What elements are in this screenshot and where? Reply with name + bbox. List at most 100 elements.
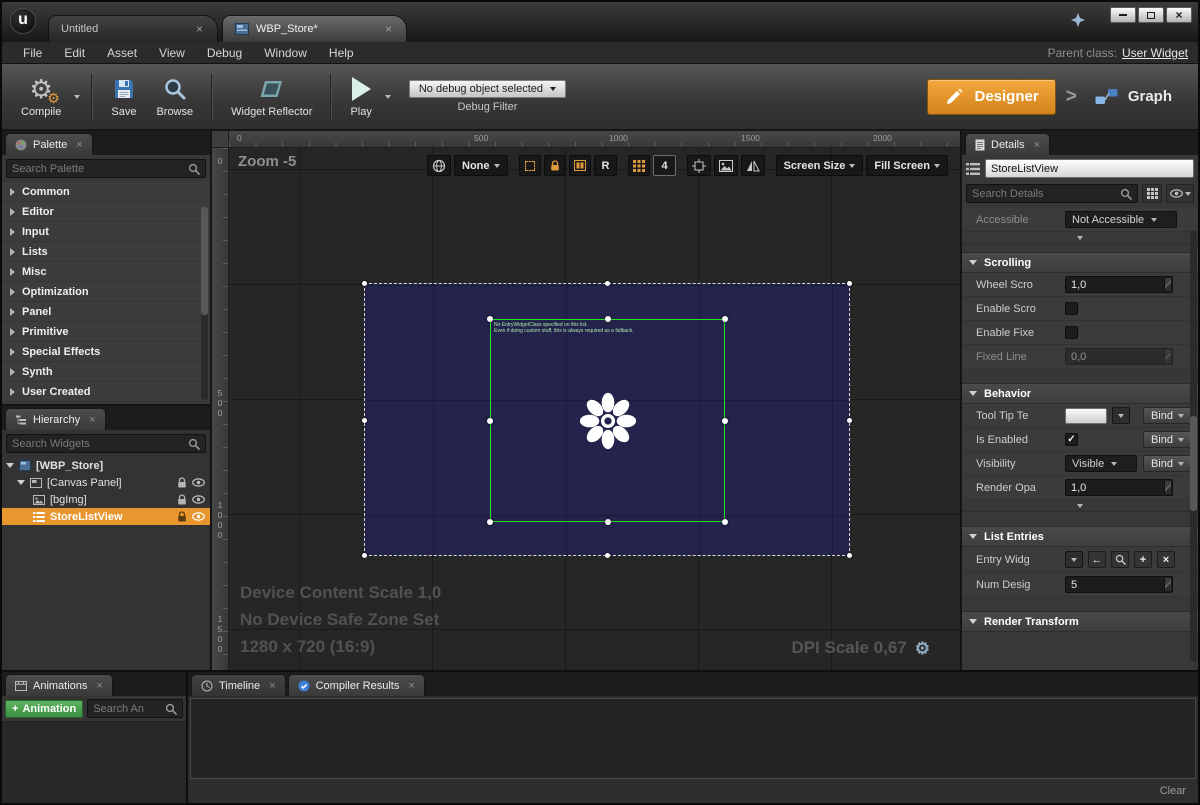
tooltip-combo-button[interactable]: [1112, 407, 1130, 424]
tab-hierarchy[interactable]: Hierarchy: [5, 408, 106, 430]
palette-category-misc[interactable]: Misc: [2, 262, 210, 282]
details-search[interactable]: [966, 184, 1138, 203]
palette-category-primitive[interactable]: Primitive: [2, 322, 210, 342]
screen-size-dropdown[interactable]: Screen Size: [776, 155, 864, 176]
render-opacity-input[interactable]: 1,0: [1065, 479, 1173, 496]
grid-snap-size[interactable]: 4: [653, 155, 675, 176]
resize-handle[interactable]: [605, 316, 611, 322]
expand-down-icon[interactable]: [17, 480, 25, 485]
palette-category-special-effects[interactable]: Special Effects: [2, 342, 210, 362]
palette-category-optimization[interactable]: Optimization: [2, 282, 210, 302]
tree-item-bgimg[interactable]: [bgImg]: [2, 491, 210, 508]
close-icon[interactable]: [1034, 139, 1040, 151]
fill-screen-dropdown[interactable]: Fill Screen: [866, 155, 948, 176]
section-render-transform[interactable]: Render Transform: [962, 611, 1198, 632]
browse-asset-button[interactable]: [1111, 551, 1129, 568]
tab-animations[interactable]: Animations: [5, 674, 113, 696]
details-scrollbar[interactable]: [1190, 231, 1197, 662]
close-icon[interactable]: [269, 680, 275, 692]
num-designer-input[interactable]: 5: [1065, 576, 1173, 593]
tab-compiler-results[interactable]: Compiler Results: [288, 674, 425, 696]
eye-icon[interactable]: [192, 512, 205, 521]
play-button[interactable]: Play: [341, 71, 380, 122]
eye-icon[interactable]: [192, 495, 205, 504]
grid-snap-button[interactable]: [628, 155, 650, 176]
advanced-expander[interactable]: [962, 232, 1198, 244]
fixed-line-input[interactable]: 0,0: [1065, 348, 1173, 365]
tooltip-text-input[interactable]: [1065, 408, 1107, 424]
show-outlines-button[interactable]: [519, 155, 541, 176]
is-enabled-checkbox[interactable]: [1065, 433, 1078, 446]
tab-untitled[interactable]: Untitled: [48, 15, 218, 42]
debug-object-dropdown[interactable]: No debug object selected: [409, 80, 566, 98]
expand-down-icon[interactable]: [6, 463, 14, 468]
compile-button[interactable]: Compile: [12, 71, 70, 122]
widget-outlines-button[interactable]: [569, 155, 591, 176]
palette-category-common[interactable]: Common: [2, 182, 210, 202]
palette-category-panel[interactable]: Panel: [2, 302, 210, 322]
menu-window[interactable]: Window: [253, 42, 318, 64]
search-input[interactable]: [93, 703, 161, 715]
palette-search[interactable]: [6, 159, 206, 178]
spin-knob[interactable]: [1164, 350, 1171, 363]
preview-background-button[interactable]: [714, 155, 738, 176]
advanced-expander[interactable]: [962, 500, 1198, 512]
lock-icon[interactable]: [177, 494, 187, 506]
search-input[interactable]: [972, 188, 1116, 200]
storelistview-selection[interactable]: No EntryWidgetClass specified on this li…: [490, 319, 725, 522]
tab-details[interactable]: Details: [965, 133, 1050, 155]
add-animation-button[interactable]: Animation: [5, 700, 83, 718]
respect-locks-button[interactable]: R: [594, 155, 618, 176]
resize-handle[interactable]: [605, 553, 610, 558]
preview-mode-dropdown[interactable]: None: [454, 155, 508, 176]
menu-help[interactable]: Help: [318, 42, 365, 64]
close-window-button[interactable]: [1166, 7, 1192, 23]
search-input[interactable]: [12, 163, 184, 175]
clear-button[interactable]: Clear: [1160, 785, 1186, 797]
graph-mode-button[interactable]: Graph: [1087, 81, 1180, 112]
menu-asset[interactable]: Asset: [96, 42, 148, 64]
resize-handle[interactable]: [722, 316, 728, 322]
tree-item-wbp-store[interactable]: [WBP_Store]: [2, 457, 210, 474]
section-list-entries[interactable]: List Entries: [962, 526, 1198, 547]
lock-icon[interactable]: [177, 477, 187, 489]
compiler-results-log[interactable]: [190, 698, 1196, 779]
resize-handle[interactable]: [847, 418, 852, 423]
visibility-dropdown[interactable]: Visible: [1065, 455, 1137, 472]
palette-scrollbar[interactable]: [201, 207, 208, 400]
tooltip-bind-button[interactable]: Bind: [1143, 407, 1192, 424]
resize-handle[interactable]: [722, 418, 728, 424]
view-options-button[interactable]: [1166, 184, 1194, 203]
close-icon[interactable]: [89, 414, 95, 426]
resize-handle[interactable]: [722, 519, 728, 525]
spin-knob[interactable]: [1164, 278, 1171, 291]
tab-timeline[interactable]: Timeline: [191, 674, 286, 696]
tree-item-storelistview[interactable]: StoreListView: [2, 508, 210, 525]
entry-widget-class-dropdown[interactable]: [1065, 551, 1083, 568]
lock-icon[interactable]: [177, 511, 187, 523]
lock-widgets-button[interactable]: [544, 155, 566, 176]
canvas-root-preview[interactable]: No EntryWidgetClass specified on this li…: [364, 283, 850, 556]
enable-scroll-checkbox[interactable]: [1065, 302, 1078, 315]
close-icon[interactable]: [385, 23, 392, 35]
eye-icon[interactable]: [192, 478, 205, 487]
section-scrolling[interactable]: Scrolling: [962, 252, 1198, 273]
wheel-scroll-input[interactable]: 1,0: [1065, 276, 1173, 293]
palette-category-user-created[interactable]: User Created: [2, 382, 210, 402]
menu-debug[interactable]: Debug: [196, 42, 253, 64]
spin-knob[interactable]: [1164, 481, 1171, 494]
use-selected-asset-button[interactable]: [1088, 551, 1106, 568]
is-enabled-bind-button[interactable]: Bind: [1143, 431, 1192, 448]
tree-item-canvas-panel[interactable]: [Canvas Panel]: [2, 474, 210, 491]
section-behavior[interactable]: Behavior: [962, 383, 1198, 404]
resize-handle[interactable]: [487, 519, 493, 525]
tab-palette[interactable]: Palette: [5, 133, 93, 155]
close-icon[interactable]: [96, 680, 102, 692]
flip-preview-button[interactable]: [741, 155, 765, 176]
localization-preview-button[interactable]: [427, 155, 451, 176]
menu-edit[interactable]: Edit: [53, 42, 96, 64]
spin-knob[interactable]: [1164, 578, 1171, 591]
designer-viewport[interactable]: 0 500 1000 1500 2000 0 500 1000 1500 Zoo…: [212, 131, 960, 670]
property-matrix-button[interactable]: [1142, 184, 1162, 203]
animations-search[interactable]: [87, 699, 183, 718]
